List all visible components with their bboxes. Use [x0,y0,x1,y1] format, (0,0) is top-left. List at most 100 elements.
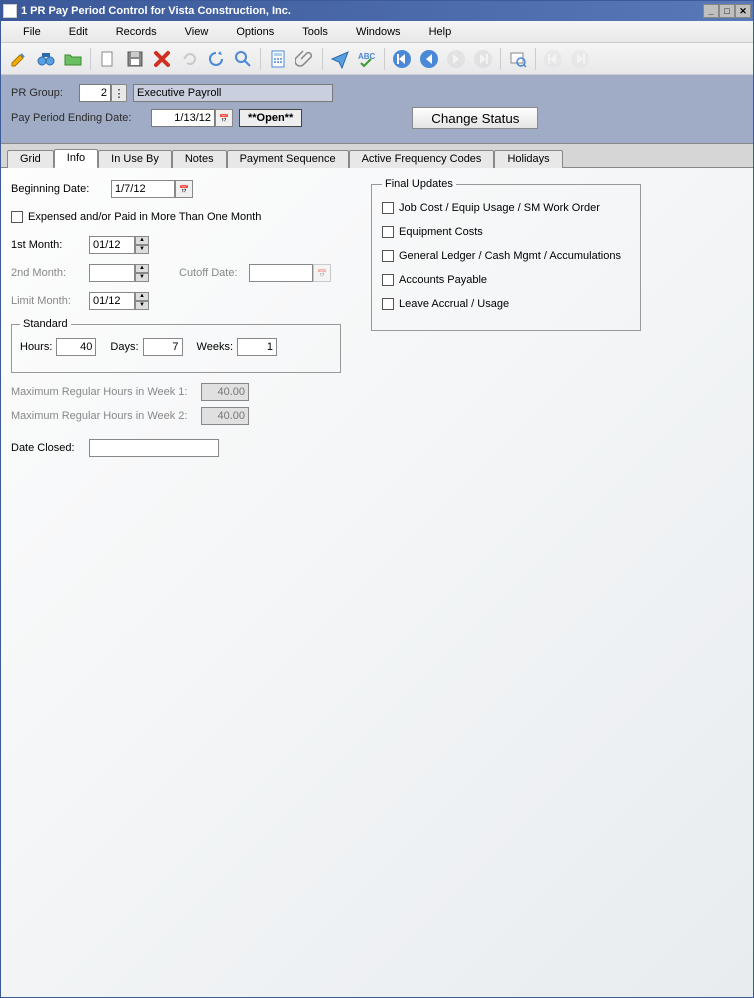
spellcheck-icon[interactable]: ABC [355,47,379,71]
svg-text:ABC: ABC [358,52,376,61]
menu-options[interactable]: Options [222,24,288,40]
final-updates-fieldset: Final Updates Job Cost / Equip Usage / S… [371,178,641,331]
folder-icon[interactable] [61,47,85,71]
max1-input [201,383,249,401]
first-record-icon[interactable] [390,47,414,71]
nav-forward-icon[interactable] [568,47,592,71]
header-form: PR Group: ⋮ Pay Period Ending Date: 📅 **… [1,75,753,144]
fu-ap-checkbox[interactable] [382,274,394,286]
fu-jobcost-checkbox[interactable] [382,202,394,214]
prgroup-lookup-button[interactable]: ⋮ [111,84,127,102]
menubar: File Edit Records View Options Tools Win… [1,21,753,43]
titlebar: 1 PR Pay Period Control for Vista Constr… [1,1,753,21]
max2-input [201,407,249,425]
max2-label: Maximum Regular Hours in Week 2: [11,410,201,422]
menu-tools[interactable]: Tools [288,24,342,40]
undo-icon[interactable] [177,47,201,71]
menu-file[interactable]: File [9,24,55,40]
month2-label: 2nd Month: [11,267,89,279]
next-record-icon[interactable] [444,47,468,71]
menu-windows[interactable]: Windows [342,24,415,40]
weeks-label: Weeks: [197,341,233,353]
hours-input[interactable] [56,338,96,356]
last-record-icon[interactable] [471,47,495,71]
beginning-date-input[interactable] [111,180,175,198]
preview-icon[interactable] [506,47,530,71]
save-icon[interactable] [123,47,147,71]
tab-grid[interactable]: Grid [7,150,54,168]
cutoff-calendar-icon: 📅 [313,264,331,282]
refresh-icon[interactable] [204,47,228,71]
tabstrip: Grid Info In Use By Notes Payment Sequen… [1,144,753,168]
delete-icon[interactable] [150,47,174,71]
close-button[interactable]: ✕ [735,4,751,18]
status-badge: **Open** [239,109,302,127]
menu-records[interactable]: Records [102,24,171,40]
main-window: 1 PR Pay Period Control for Vista Constr… [0,0,754,998]
attachment-icon[interactable] [293,47,317,71]
new-icon[interactable] [96,47,120,71]
menu-edit[interactable]: Edit [55,24,102,40]
beginning-calendar-icon[interactable]: 📅 [175,180,193,198]
days-label: Days: [110,341,138,353]
fu-leave-label: Leave Accrual / Usage [399,298,509,310]
standard-fieldset: Standard Hours: Days: Weeks: [11,318,341,373]
fu-ap-label: Accounts Payable [399,274,487,286]
final-updates-legend: Final Updates [382,178,456,190]
minimize-button[interactable]: _ [703,4,719,18]
fu-gl-label: General Ledger / Cash Mgmt / Accumulatio… [399,250,621,262]
calculator-icon[interactable] [266,47,290,71]
month1-down[interactable]: ▼ [135,245,149,254]
payperiod-input[interactable] [151,109,215,127]
edit-icon[interactable] [7,47,31,71]
weeks-input[interactable] [237,338,277,356]
window-title: 1 PR Pay Period Control for Vista Constr… [21,5,703,17]
prgroup-label: PR Group: [11,87,79,99]
prgroup-input[interactable] [79,84,111,102]
month1-input[interactable] [89,236,135,254]
payperiod-calendar-icon[interactable]: 📅 [215,109,233,127]
limit-up: ▲ [135,292,149,301]
menu-view[interactable]: View [171,24,223,40]
fu-leave-checkbox[interactable] [382,298,394,310]
binoculars-icon[interactable] [34,47,58,71]
fu-jobcost-label: Job Cost / Equip Usage / SM Work Order [399,202,600,214]
closed-label: Date Closed: [11,442,89,454]
beginning-date-label: Beginning Date: [11,183,111,195]
month2-input [89,264,135,282]
limit-input [89,292,135,310]
expensed-label: Expensed and/or Paid in More Than One Mo… [28,211,261,223]
menu-help[interactable]: Help [415,24,466,40]
search-icon[interactable] [231,47,255,71]
tab-holidays[interactable]: Holidays [494,150,562,168]
limit-down: ▼ [135,301,149,310]
cutoff-label: Cutoff Date: [179,267,249,279]
expensed-checkbox[interactable] [11,211,23,223]
month1-up[interactable]: ▲ [135,236,149,245]
payperiod-label: Pay Period Ending Date: [11,112,151,124]
maximize-button[interactable]: □ [719,4,735,18]
max1-label: Maximum Regular Hours in Week 1: [11,386,201,398]
app-icon [3,4,17,18]
standard-legend: Standard [20,318,71,330]
days-input[interactable] [143,338,183,356]
fu-equipcosts-checkbox[interactable] [382,226,394,238]
month2-up: ▲ [135,264,149,273]
fu-gl-checkbox[interactable] [382,250,394,262]
tab-info[interactable]: Info [54,149,98,168]
send-icon[interactable] [328,47,352,71]
closed-input[interactable] [89,439,219,457]
month1-label: 1st Month: [11,239,89,251]
tab-active-frequency[interactable]: Active Frequency Codes [349,150,495,168]
hours-label: Hours: [20,341,52,353]
nav-back-icon[interactable] [541,47,565,71]
tab-notes[interactable]: Notes [172,150,227,168]
tab-body: Beginning Date: 📅 Expensed and/or Paid i… [1,168,753,997]
toolbar: ABC [1,43,753,75]
change-status-button[interactable]: Change Status [412,107,538,129]
month2-down: ▼ [135,273,149,282]
tab-payment-sequence[interactable]: Payment Sequence [227,150,349,168]
prev-record-icon[interactable] [417,47,441,71]
tab-inuseby[interactable]: In Use By [98,150,172,168]
cutoff-input [249,264,313,282]
